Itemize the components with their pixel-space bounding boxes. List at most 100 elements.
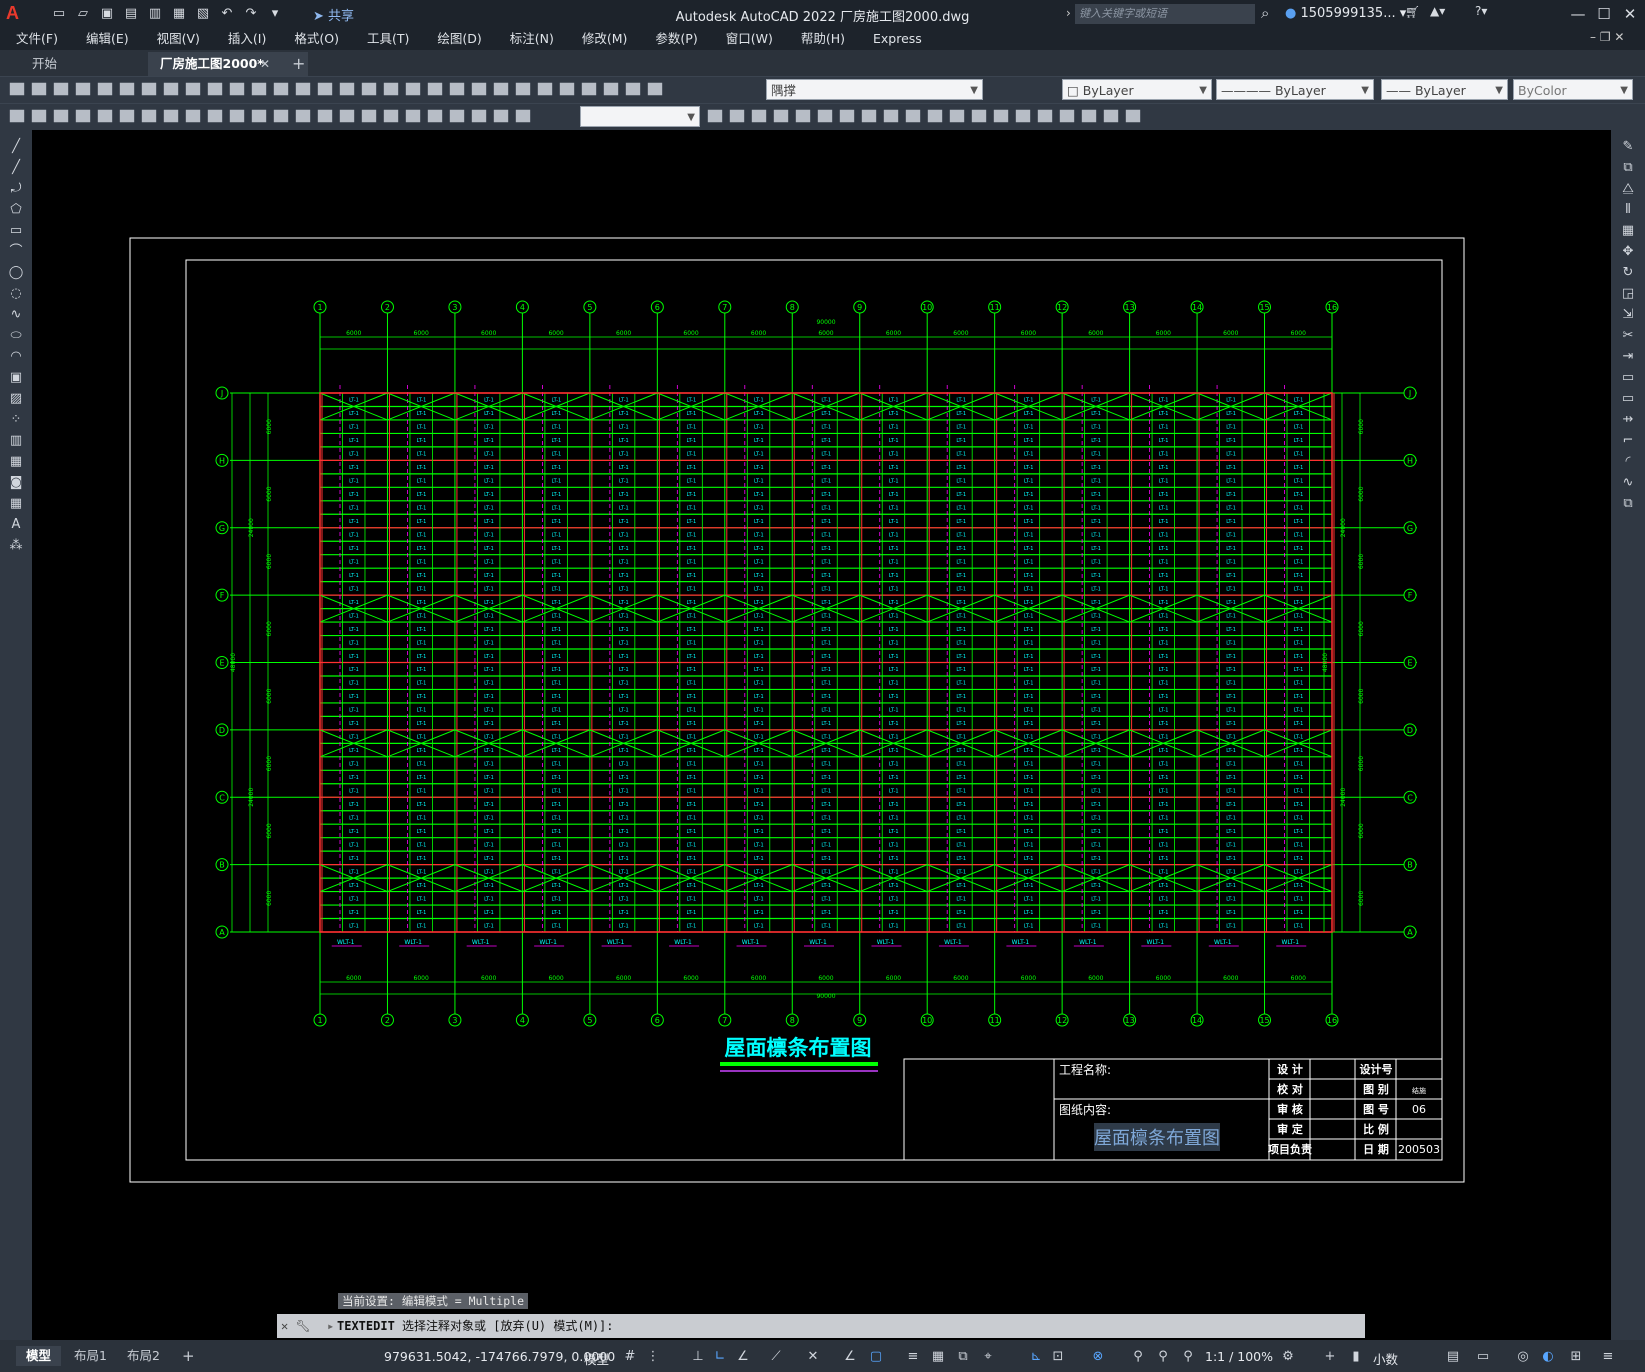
modify-tool-icon[interactable] (1103, 109, 1119, 123)
standard-tool-icon[interactable] (119, 82, 135, 96)
modify-tool-icon[interactable] (1015, 109, 1031, 123)
dimension-tool-icon[interactable] (119, 109, 135, 123)
modify-tool-icon[interactable] (751, 109, 767, 123)
standard-tool-icon[interactable] (163, 82, 179, 96)
units-icon[interactable]: ▮ (1348, 1349, 1364, 1365)
menu-view[interactable]: 视图(V) (141, 28, 212, 50)
menu-tools[interactable]: 工具(T) (351, 28, 421, 50)
hardware-acceleration-icon[interactable]: ◐ (1540, 1349, 1556, 1365)
mirror-icon[interactable]: ⧋ (1618, 180, 1638, 198)
modify-tool-icon[interactable] (971, 109, 987, 123)
cart-icon[interactable]: 🛒︎ (1405, 5, 1420, 19)
standard-tool-icon[interactable] (647, 82, 663, 96)
ucs-icon[interactable]: ∠ (842, 1349, 858, 1365)
annotation-scale-icon[interactable]: ⚲ (1180, 1349, 1196, 1365)
layout-tab-model[interactable]: 模型 (16, 1346, 62, 1366)
standard-tool-icon[interactable] (295, 82, 311, 96)
osnap-icon[interactable]: ▢ (868, 1349, 884, 1365)
dimension-tool-icon[interactable] (383, 109, 399, 123)
ellipse-arc-icon[interactable]: ◠ (6, 348, 26, 366)
dynamic-ucs-icon[interactable]: ⊾ (1028, 1349, 1044, 1365)
dimension-tool-icon[interactable] (405, 109, 421, 123)
line-icon[interactable]: ╱ (6, 138, 26, 156)
circle-icon[interactable]: ◯ (6, 264, 26, 282)
dimension-tool-icon[interactable] (31, 109, 47, 123)
modify-tool-icon[interactable] (729, 109, 745, 123)
polyline-icon[interactable]: ⤾ (6, 180, 26, 198)
table-icon[interactable]: ▦ (6, 495, 26, 513)
model-space-button[interactable]: 模型 (584, 1349, 609, 1368)
modify-tool-icon[interactable] (839, 109, 855, 123)
plotstyle-dropdown[interactable]: ByColor ▼ (1513, 79, 1633, 100)
dimension-tool-icon[interactable] (97, 109, 113, 123)
modify-tool-icon[interactable] (795, 109, 811, 123)
dimension-tool-icon[interactable] (163, 109, 179, 123)
standard-tool-icon[interactable] (317, 82, 333, 96)
minimize-icon[interactable]: — (1566, 4, 1590, 24)
dimension-tool-icon[interactable] (9, 109, 25, 123)
standard-tool-icon[interactable] (471, 82, 487, 96)
coordinates-readout[interactable]: 979631.5042, -174766.7979, 0.0000 (384, 1349, 615, 1364)
standard-tool-icon[interactable] (603, 82, 619, 96)
arc-icon[interactable]: ⌒ (6, 243, 26, 261)
standard-tool-icon[interactable] (53, 82, 69, 96)
otrack-icon[interactable]: ✕ (805, 1349, 821, 1365)
dimension-tool-icon[interactable] (471, 109, 487, 123)
copy-icon[interactable]: ⧉ (1618, 159, 1638, 177)
chamfer-icon[interactable]: ⌐ (1618, 432, 1638, 450)
layer-dropdown[interactable]: 隅撑 ▼ (766, 79, 983, 100)
break-at-point-icon[interactable]: ▭ (1618, 369, 1638, 387)
insert-block-icon[interactable]: ▣ (6, 369, 26, 387)
revcloud-icon[interactable]: ◌ (6, 285, 26, 303)
units-dropdown[interactable]: 小数 (1373, 1349, 1398, 1368)
menu-window[interactable]: 窗口(W) (710, 28, 785, 50)
standard-tool-icon[interactable] (405, 82, 421, 96)
modify-tool-icon[interactable] (949, 109, 965, 123)
standard-tool-icon[interactable] (383, 82, 399, 96)
explode-icon[interactable]: ⧉ (1618, 495, 1638, 513)
dimension-tool-icon[interactable] (427, 109, 443, 123)
menu-dimension[interactable]: 标注(N) (494, 28, 566, 50)
rectangle-icon[interactable]: ▭ (6, 222, 26, 240)
dimension-tool-icon[interactable] (449, 109, 465, 123)
customize-icon[interactable]: ≡ (1600, 1349, 1616, 1365)
add-selected-icon[interactable]: ⁂ (6, 537, 26, 555)
standard-tool-icon[interactable] (31, 82, 47, 96)
standard-tool-icon[interactable] (207, 82, 223, 96)
modify-tool-icon[interactable] (773, 109, 789, 123)
lineweight-icon[interactable]: ≡ (905, 1349, 921, 1365)
rotate-icon[interactable]: ↻ (1618, 264, 1638, 282)
quick-properties-icon[interactable]: ▤ (1445, 1349, 1461, 1365)
workspace-gear-icon[interactable]: ⚙ (1280, 1349, 1296, 1365)
move-icon[interactable]: ✥ (1618, 243, 1638, 261)
menu-format[interactable]: 格式(O) (278, 28, 351, 50)
extend-icon[interactable]: ⇥ (1618, 348, 1638, 366)
tab-close-icon[interactable]: ✕ (260, 52, 270, 76)
maximize-icon[interactable]: ☐ (1592, 4, 1616, 24)
dimension-tool-icon[interactable] (229, 109, 245, 123)
offset-icon[interactable]: ⫴ (1618, 201, 1638, 219)
dimension-tool-icon[interactable] (515, 109, 531, 123)
isolate-objects-icon[interactable]: ◎ (1515, 1349, 1531, 1365)
standard-tool-icon[interactable] (559, 82, 575, 96)
dimension-tool-icon[interactable] (141, 109, 157, 123)
autoscale-icon[interactable]: ⚲ (1155, 1349, 1171, 1365)
dimension-tool-icon[interactable] (317, 109, 333, 123)
modify-tool-icon[interactable] (1037, 109, 1053, 123)
modify-tool-icon[interactable] (1081, 109, 1097, 123)
search-expand-icon[interactable]: › (1066, 6, 1071, 20)
menu-draw[interactable]: 绘图(D) (421, 28, 493, 50)
layout-tab-2[interactable]: 布局2 (117, 1346, 170, 1366)
modify-tool-icon[interactable] (927, 109, 943, 123)
drawing-area[interactable]: LT-1 LT-1 LT-1 LT-1 LT-1 LT-1 LT-1 LT-1 LT-1 LT-1… (32, 130, 1611, 1340)
menu-file[interactable]: 文件(F) (0, 28, 70, 50)
spline-icon[interactable]: ∿ (6, 306, 26, 324)
help-icon[interactable]: ?▾ (1475, 4, 1487, 18)
modify-tool-icon[interactable] (861, 109, 877, 123)
standard-tool-icon[interactable] (449, 82, 465, 96)
erase-icon[interactable]: ✎ (1618, 138, 1638, 156)
standard-tool-icon[interactable] (625, 82, 641, 96)
standard-tool-icon[interactable] (185, 82, 201, 96)
standard-tool-icon[interactable] (229, 82, 245, 96)
fillet-icon[interactable]: ◜ (1618, 453, 1638, 471)
